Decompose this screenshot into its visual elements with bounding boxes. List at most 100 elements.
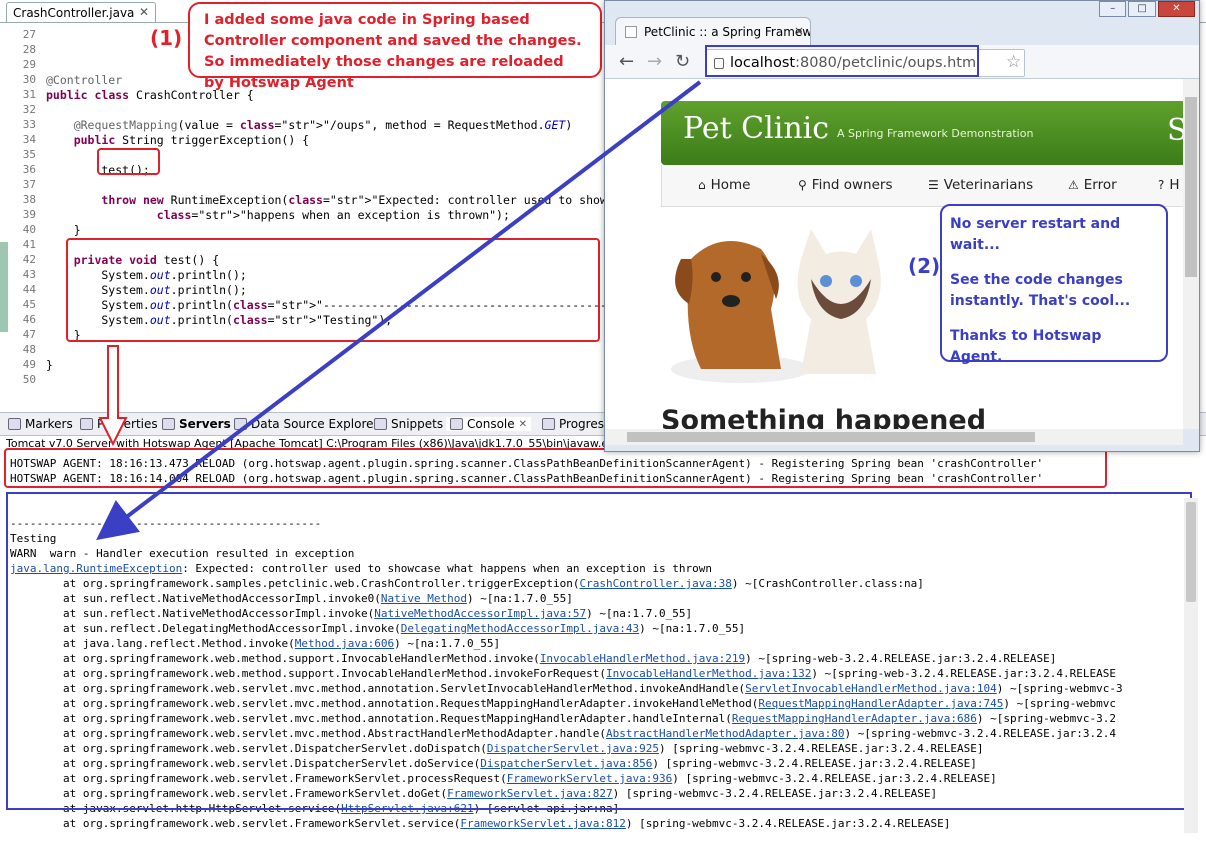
- tab-label: Properties: [97, 417, 158, 431]
- tab-label: Servers: [179, 417, 231, 431]
- browser-vertical-scroll-thumb[interactable]: [1185, 97, 1197, 277]
- highlight-test-method: [66, 238, 600, 342]
- code-line: public String triggerException() {: [73, 133, 310, 147]
- tab-label: Snippets: [391, 417, 444, 431]
- highlight-url: [705, 45, 979, 77]
- close-icon[interactable]: ✕: [519, 419, 527, 430]
- line-number: 28: [22, 43, 36, 56]
- line-number: 41: [22, 238, 36, 251]
- browser-tab-title: PetClinic :: a Spring Framew: [644, 25, 811, 39]
- tab-label: Progress: [559, 417, 611, 431]
- nav-find-owners[interactable]: ⚲ Find owners: [798, 177, 893, 193]
- error-heading: Something happened: [661, 405, 987, 429]
- line-number-gutter: 27 28 29 30 31 32 33 34 35 36 37 38 39 40 41 42 43 44 45 46…: [0, 23, 40, 408]
- servers-icon: [162, 418, 175, 430]
- tab-label: Markers: [25, 417, 73, 431]
- highlight-console-output: [6, 492, 1192, 810]
- stack-frame: at org.springframework.web.servlet.Frame…: [10, 816, 950, 831]
- close-window-button[interactable]: ✕: [1157, 1, 1195, 17]
- editor-tab-label: CrashController.java: [13, 6, 135, 20]
- bookmark-star-icon[interactable]: ☆: [1006, 52, 1021, 72]
- line-number: 48: [22, 343, 36, 356]
- highlight-hotswap-lines: [4, 448, 1107, 488]
- change-marker-bar: [0, 242, 8, 332]
- line-number: 33: [22, 118, 36, 131]
- stack-frame-text: at org.springframework.web.servlet.Frame…: [10, 817, 461, 830]
- highlight-test-call: [97, 148, 160, 175]
- line-number: 38: [22, 193, 36, 206]
- nav-veterinarians[interactable]: ☰ Veterinarians: [928, 177, 1033, 193]
- code-line: }: [46, 223, 81, 237]
- editor-tab-crashcontroller[interactable]: CrashController.java ✕: [6, 2, 156, 22]
- stack-frame-link[interactable]: FrameworkServlet.java:812: [460, 817, 626, 830]
- line-number: 29: [22, 58, 36, 71]
- line-number: 35: [22, 148, 36, 161]
- callout-2-line: Thanks to Hotswap Agent.: [950, 328, 1102, 365]
- code-line: throw new RuntimeException(class="str">"…: [101, 193, 684, 207]
- minimize-button[interactable]: –: [1099, 1, 1127, 17]
- line-number: 44: [22, 283, 36, 296]
- reload-icon[interactable]: ↻: [675, 51, 690, 72]
- pets-image: [671, 229, 881, 383]
- line-number: 50: [22, 373, 36, 386]
- nav-error[interactable]: ⚠ Error: [1068, 177, 1117, 193]
- line-number: 43: [22, 268, 36, 281]
- console-scroll-thumb[interactable]: [1186, 502, 1196, 602]
- nav-label: Home: [710, 177, 751, 193]
- callout-2: No server restart and wait... See the co…: [940, 204, 1168, 365]
- code-line: class="str">"happens when an exception i…: [156, 208, 510, 222]
- callout-1: I added some java code in Spring based C…: [188, 2, 602, 91]
- close-icon[interactable]: ×: [794, 24, 804, 38]
- search-icon: ⚲: [798, 178, 807, 192]
- stack-frame-suffix: ) [spring-webmvc-3.2.4.RELEASE.jar:3.2.4…: [625, 817, 951, 830]
- callout-1-number: (1): [150, 26, 183, 50]
- line-number: 36: [22, 163, 36, 176]
- code-line: @Controller: [46, 73, 123, 87]
- tab-snippets[interactable]: Snippets: [374, 417, 443, 431]
- nav-label: Find owners: [811, 177, 893, 193]
- line-number: 42: [22, 253, 36, 266]
- progress-icon: [542, 418, 555, 430]
- tab-data-source-explorer[interactable]: Data Source Explorer: [234, 417, 378, 431]
- line-number: 30: [22, 73, 36, 86]
- nav-label: Veterinarians: [943, 177, 1034, 193]
- tab-console[interactable]: Console ✕: [446, 417, 532, 431]
- line-number: 47: [22, 328, 36, 341]
- line-number: 46: [22, 313, 36, 326]
- nav-label: Error: [1083, 177, 1117, 193]
- markers-icon: [8, 418, 21, 430]
- tab-label: Console: [467, 417, 515, 431]
- petclinic-navbar: ⌂ Home ⚲ Find owners ☰ Veterinarians ⚠ Error…: [661, 165, 1183, 207]
- browser-tab[interactable]: PetClinic :: a Spring Framew ×: [615, 17, 811, 45]
- maximize-button[interactable]: □: [1128, 1, 1156, 17]
- nav-home[interactable]: ⌂ Home: [698, 177, 751, 193]
- line-number: 39: [22, 208, 36, 221]
- tab-servers[interactable]: Servers: [162, 417, 231, 431]
- tab-properties[interactable]: Properties: [80, 417, 158, 431]
- nav-help[interactable]: ? H: [1158, 177, 1180, 193]
- forward-arrow-icon[interactable]: →: [647, 51, 662, 72]
- tab-markers[interactable]: Markers: [8, 417, 73, 431]
- console-icon: [450, 418, 463, 430]
- code-line: }: [46, 358, 53, 372]
- back-arrow-icon[interactable]: ←: [619, 51, 634, 72]
- line-number: 45: [22, 298, 36, 311]
- line-number: 27: [22, 28, 36, 41]
- tab-progress[interactable]: Progress: [542, 417, 610, 431]
- line-number: 49: [22, 358, 36, 371]
- tab-label: Data Source Explorer: [251, 417, 379, 431]
- callout-2-number: (2): [908, 254, 941, 278]
- help-icon: ?: [1158, 178, 1165, 192]
- favicon-icon: [625, 26, 637, 38]
- data-source-icon: [234, 418, 247, 430]
- close-icon[interactable]: ✕: [139, 5, 149, 19]
- browser-horizontal-scroll-thumb[interactable]: [627, 432, 1035, 442]
- callout-2-line: No server restart and wait...: [950, 216, 1121, 253]
- petclinic-banner: Pet Clinic A Spring Framework Demonstrat…: [661, 101, 1183, 165]
- warning-icon: ⚠: [1068, 178, 1079, 192]
- code-line: @RequestMapping(value = class="str">"/ou…: [73, 118, 573, 132]
- nav-label: H: [1169, 177, 1180, 193]
- list-icon: ☰: [928, 178, 939, 192]
- properties-icon: [80, 418, 93, 430]
- line-number: 34: [22, 133, 36, 146]
